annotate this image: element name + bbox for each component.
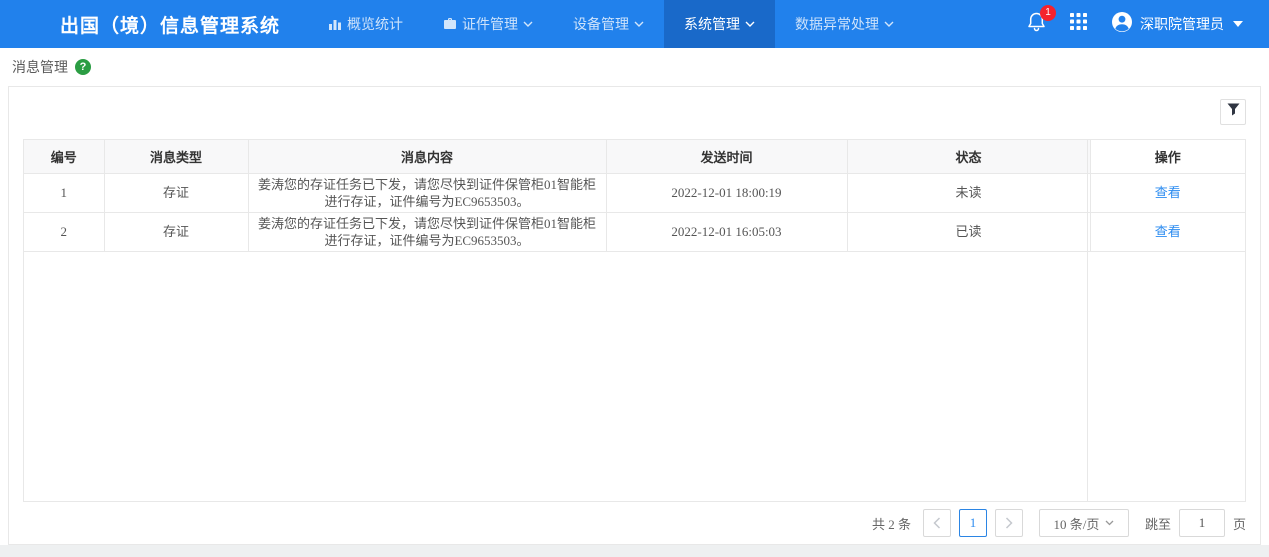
col-header-action: 操作 — [1090, 140, 1245, 174]
page-header-bar: 消息管理 ? — [0, 48, 1269, 86]
cell-type: 存证 — [104, 173, 249, 213]
chevron-right-icon — [1005, 517, 1013, 529]
message-list-card: 编号 消息类型 消息内容 发送时间 状态 操作 1 存证 姜涛您的存证任务已下发… — [8, 86, 1261, 545]
user-menu[interactable]: 深职院管理员 — [1111, 11, 1243, 38]
nav-item-overview-stats[interactable]: 概览统计 — [308, 0, 423, 48]
cell-action: 查看 — [1090, 173, 1245, 213]
username-label: 深职院管理员 — [1140, 18, 1224, 33]
help-icon[interactable]: ? — [75, 59, 91, 75]
view-link[interactable]: 查看 — [1155, 185, 1181, 200]
page-size-value: 10 条/页 — [1053, 516, 1100, 532]
col-header-status: 状态 — [847, 140, 1091, 174]
nav-label: 数据异常处理 — [795, 18, 880, 33]
user-caret-down-icon — [1233, 21, 1243, 27]
pagination-page-1[interactable]: 1 — [958, 509, 987, 537]
table-row: 1 存证 姜涛您的存证任务已下发，请您尽快到证件保管柜01智能柜进行存证，证件编… — [24, 173, 1245, 213]
pagination-prev-button[interactable] — [922, 509, 951, 537]
chevron-left-icon — [933, 517, 940, 529]
nav-item-data-exception[interactable]: 数据异常处理 — [775, 0, 914, 48]
grid-icon — [1070, 13, 1087, 34]
cell-content: 姜涛您的存证任务已下发，请您尽快到证件保管柜01智能柜进行存证，证件编号为EC9… — [248, 173, 607, 213]
page-jump-group: 跳至 页 — [1145, 509, 1246, 537]
topbar-right-group: 1 深职院管理员 — [1027, 0, 1243, 48]
table-header-row: 编号 消息类型 消息内容 发送时间 状态 操作 — [24, 140, 1245, 174]
cell-time: 2022-12-01 16:05:03 — [606, 212, 848, 252]
cell-action: 查看 — [1090, 212, 1245, 252]
cell-status: 未读 — [847, 173, 1091, 213]
pagination-total: 共 2 条 — [871, 516, 911, 532]
nav-label: 系统管理 — [684, 18, 741, 33]
bar-chart-icon — [328, 17, 342, 31]
filter-button[interactable] — [1220, 99, 1246, 125]
nav-label: 设备管理 — [573, 18, 630, 33]
page-size-select[interactable]: 10 条/页 — [1038, 509, 1129, 537]
jump-page-input[interactable] — [1178, 509, 1225, 537]
cell-id: 2 — [24, 212, 105, 252]
chevron-down-icon — [523, 21, 533, 27]
messages-table: 编号 消息类型 消息内容 发送时间 状态 操作 1 存证 姜涛您的存证任务已下发… — [23, 139, 1246, 502]
view-link[interactable]: 查看 — [1155, 224, 1181, 239]
avatar — [1111, 11, 1133, 38]
jump-label: 跳至 — [1144, 516, 1171, 532]
cell-content: 姜涛您的存证任务已下发，请您尽快到证件保管柜01智能柜进行存证，证件编号为EC9… — [248, 212, 607, 252]
nav-label: 证件管理 — [462, 18, 519, 33]
nav-item-certificate-mgmt[interactable]: 证件管理 — [423, 0, 553, 48]
briefcase-icon — [443, 17, 457, 31]
pagination: 共 2 条 1 10 条/页 跳至 页 — [23, 502, 1246, 544]
chevron-down-icon — [745, 21, 755, 27]
notification-count-badge: 1 — [1040, 4, 1056, 21]
bell-icon — [1027, 12, 1046, 36]
select-caret-icon — [1105, 520, 1114, 526]
nav-item-device-mgmt[interactable]: 设备管理 — [553, 0, 664, 48]
footer-strip — [0, 545, 1269, 557]
chevron-down-icon — [884, 21, 894, 27]
fixed-column-divider — [1087, 140, 1088, 501]
main-nav: 概览统计 证件管理 设备管理 系统管理 数据异常处理 — [308, 0, 914, 48]
table-row: 2 存证 姜涛您的存证任务已下发，请您尽快到证件保管柜01智能柜进行存证，证件编… — [24, 212, 1245, 252]
table-toolbar — [23, 99, 1246, 125]
col-header-type: 消息类型 — [104, 140, 249, 174]
cell-time: 2022-12-01 18:00:19 — [606, 173, 848, 213]
notification-bell-button[interactable]: 1 — [1027, 4, 1056, 37]
funnel-icon — [1227, 103, 1240, 121]
col-header-content: 消息内容 — [248, 140, 607, 174]
jump-suffix: 页 — [1232, 516, 1246, 532]
cell-id: 1 — [24, 173, 105, 213]
chevron-down-icon — [634, 21, 644, 27]
top-header-bar: 出国（境）信息管理系统 概览统计 证件管理 设备管理 系统管理 数据异常处理 1… — [0, 0, 1269, 48]
app-title: 出国（境）信息管理系统 — [60, 15, 281, 37]
cell-type: 存证 — [104, 212, 249, 252]
cell-status: 已读 — [847, 212, 1091, 252]
pagination-next-button[interactable] — [994, 509, 1023, 537]
apps-grid-button[interactable] — [1070, 13, 1087, 35]
page-title: 消息管理 — [12, 61, 68, 76]
col-header-time: 发送时间 — [606, 140, 848, 174]
nav-label: 概览统计 — [347, 18, 404, 33]
col-header-id: 编号 — [24, 140, 105, 174]
nav-item-system-mgmt[interactable]: 系统管理 — [664, 0, 776, 48]
